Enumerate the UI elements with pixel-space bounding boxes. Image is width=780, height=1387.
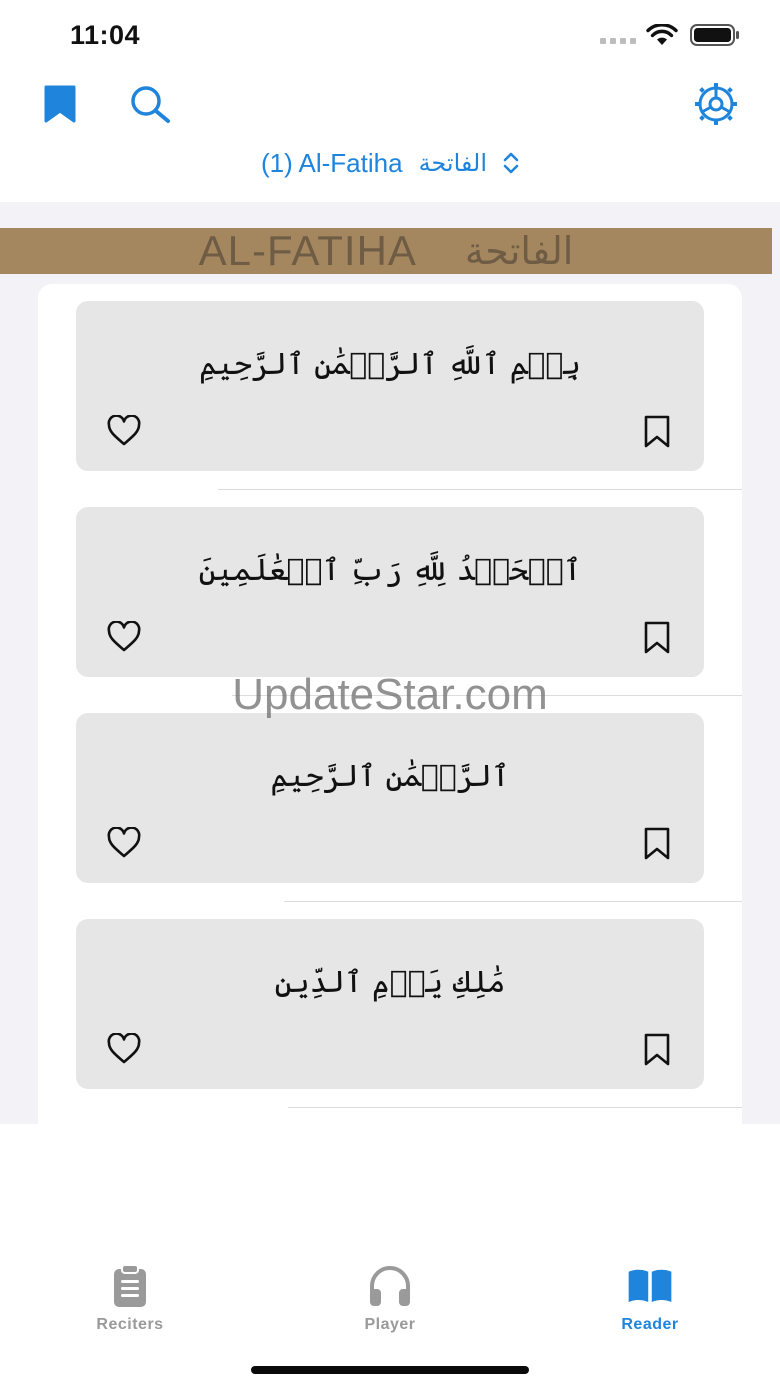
heart-icon[interactable] [106,415,142,447]
header-title: AL-FATIHA [198,227,417,274]
tab-label: Reciters [96,1316,164,1333]
watermark: UpdateStar.com [232,670,548,719]
surah-selector[interactable]: (1) Al-Fatiha الفاتحة [0,140,780,186]
wifi-icon [646,24,678,45]
verse-text: بِسۡمِ ٱللَّهِ ٱلرَّحۡمَٰنِ ٱلرَّحِيمِ [199,347,581,382]
screen: 11:04 (1) Al-Fatiha الفاتحة AL-FATIHA ال… [0,0,780,1387]
tab-label: Player [364,1316,416,1333]
verse-text: ٱلۡحَمۡدُ لِلَّهِ رَبِّ ٱلۡعَٰلَمِينَ [198,553,582,588]
verse-text: ٱلرَّحۡمَٰنِ ٱلرَّحِيمِ [270,759,510,794]
surah-title-arabic: الفاتحة [418,149,488,177]
tab-player[interactable]: Player [310,1262,470,1342]
home-indicator[interactable] [251,1366,529,1374]
bookmark-icon [44,85,76,123]
bookmarks-button[interactable] [38,82,82,126]
battery-icon [690,24,739,46]
separator [288,1107,742,1108]
heart-icon[interactable] [106,827,142,859]
bookmark-outline-icon[interactable] [644,1033,670,1067]
verse-text: مَٰلِكِ يَوۡمِ ٱلدِّينِ [274,965,506,1000]
verse-card[interactable]: ٱلۡحَمۡدُ لِلَّهِ رَبِّ ٱلۡعَٰلَمِينَ [76,507,704,677]
cellular-signal-icon [600,38,636,44]
chevron-up-down-icon [503,152,519,174]
heart-icon[interactable] [106,1033,142,1065]
clipboard-icon [114,1264,146,1307]
headphones-icon [370,1266,410,1306]
heart-icon[interactable] [106,621,142,653]
tab-reciters[interactable]: Reciters [50,1262,210,1342]
tab-label: Reader [621,1316,679,1333]
book-icon [628,1269,672,1302]
search-button[interactable] [124,80,176,128]
header-title-arabic: الفاتحة [464,229,574,273]
status-time: 11:04 [70,20,141,50]
surah-title: (1) Al-Fatiha [260,147,403,178]
status-bar: 11:04 [0,0,780,70]
gear-icon [695,83,737,125]
settings-button[interactable] [690,78,742,130]
bookmark-outline-icon[interactable] [644,415,670,449]
separator [218,489,742,490]
bookmark-outline-icon[interactable] [644,827,670,861]
tab-reader[interactable]: Reader [570,1262,730,1342]
surah-header-banner: AL-FATIHA الفاتحة [0,227,772,274]
search-icon [131,86,170,123]
verse-card[interactable]: ٱلرَّحۡمَٰنِ ٱلرَّحِيمِ [76,713,704,883]
verse-card[interactable]: مَٰلِكِ يَوۡمِ ٱلدِّينِ [76,919,704,1089]
bookmark-outline-icon[interactable] [644,621,670,655]
separator [284,901,742,902]
verse-card[interactable]: بِسۡمِ ٱللَّهِ ٱلرَّحۡمَٰنِ ٱلرَّحِيمِ [76,301,704,471]
